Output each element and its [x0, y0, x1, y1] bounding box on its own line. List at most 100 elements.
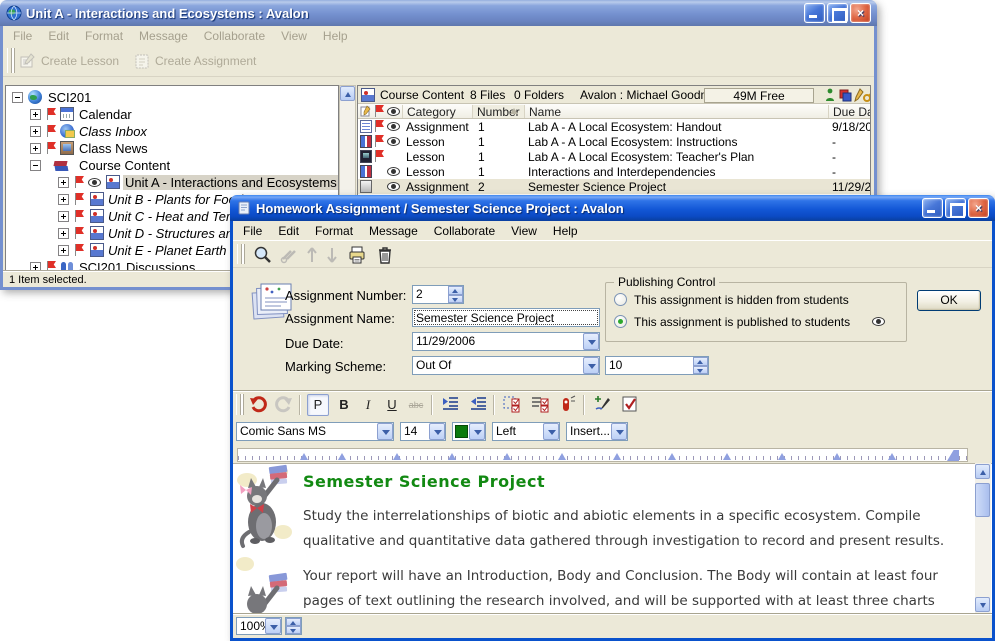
menu-file[interactable]: File — [5, 27, 40, 45]
tree-label[interactable]: SCI201 Discussions — [79, 260, 195, 271]
expand-icon[interactable] — [58, 245, 69, 256]
tree-item-calendar[interactable]: Calendar — [6, 106, 338, 123]
tab-stop-marker[interactable] — [668, 453, 676, 460]
person-icon[interactable] — [824, 88, 836, 102]
tab-stop-marker[interactable] — [448, 453, 456, 460]
tree-label[interactable]: Calendar — [79, 107, 132, 122]
expand-icon[interactable] — [58, 194, 69, 205]
menu-collaborate[interactable]: Collaborate — [426, 222, 503, 240]
marking-value-stepper[interactable]: 10 — [605, 356, 709, 375]
edit-column-icon[interactable] — [360, 105, 372, 117]
spellcheck-button[interactable] — [619, 394, 641, 416]
tab-stop-marker[interactable] — [723, 453, 731, 460]
create-assignment-button[interactable]: Create Assignment — [133, 49, 256, 73]
expand-icon[interactable] — [58, 228, 69, 239]
plain-style-button[interactable]: P — [307, 394, 329, 416]
editor-scrollbar[interactable] — [975, 463, 991, 613]
editor-content[interactable]: Semester Science Project Study the inter… — [233, 463, 992, 613]
checklist-button[interactable] — [529, 394, 551, 416]
published-radio-label[interactable]: This assignment is published to students — [634, 315, 850, 329]
eye-column-icon[interactable] — [387, 107, 400, 116]
tree-label[interactable]: Class News — [79, 141, 148, 156]
ruler[interactable] — [237, 448, 968, 462]
print-icon[interactable] — [347, 245, 367, 265]
minimize-button[interactable] — [804, 3, 825, 23]
assignment-window-titlebar[interactable]: Homework Assignment / Semester Science P… — [230, 195, 995, 221]
stepper-up[interactable] — [448, 286, 463, 295]
indent-increase-button[interactable] — [439, 394, 461, 416]
menu-view[interactable]: View — [503, 222, 545, 240]
ok-button[interactable]: OK — [917, 290, 981, 311]
tab-stop-marker[interactable] — [503, 453, 511, 460]
column-due-date[interactable]: Due Date — [828, 105, 871, 118]
chevron-down-icon[interactable] — [583, 357, 599, 374]
tree-label-selected[interactable]: Unit A - Interactions and Ecosystems — [123, 175, 339, 190]
column-category[interactable]: Category — [402, 105, 472, 118]
delete-icon[interactable] — [375, 245, 395, 265]
menu-edit[interactable]: Edit — [270, 222, 307, 240]
alignment-combobox[interactable]: Left — [492, 422, 560, 441]
italic-button[interactable]: I — [357, 394, 379, 416]
collapse-icon[interactable] — [30, 160, 41, 171]
published-radio[interactable] — [614, 315, 627, 328]
tab-stop-marker[interactable] — [393, 453, 401, 460]
stepper-up[interactable] — [693, 357, 708, 366]
tree-label[interactable]: Class Inbox — [79, 124, 147, 139]
list-row[interactable]: Lesson 1 Interactions and Interdependenc… — [358, 164, 870, 179]
menu-help[interactable]: Help — [315, 27, 356, 45]
column-name[interactable]: Name — [524, 105, 828, 118]
tab-stop-marker[interactable] — [778, 453, 786, 460]
chevron-down-icon[interactable] — [469, 423, 485, 440]
scroll-up-button[interactable] — [340, 86, 355, 101]
expand-icon[interactable] — [30, 262, 41, 271]
menu-view[interactable]: View — [273, 27, 315, 45]
expand-icon[interactable] — [58, 211, 69, 222]
annotate-pen-button[interactable] — [591, 394, 613, 416]
list-row[interactable]: Lesson 1 Lab A - A Local Ecosystem: Inst… — [358, 134, 870, 149]
collapse-icon[interactable] — [12, 92, 23, 103]
font-color-combobox[interactable] — [452, 422, 486, 441]
menu-file[interactable]: File — [235, 222, 270, 240]
create-lesson-button[interactable]: Create Lesson — [19, 49, 119, 73]
assignment-number-stepper[interactable]: 2 — [412, 285, 464, 304]
tree-item-class-news[interactable]: Class News — [6, 140, 338, 157]
font-family-combobox[interactable]: Comic Sans MS — [236, 422, 394, 441]
close-button[interactable]: × — [968, 198, 989, 218]
scroll-down-button[interactable] — [975, 597, 990, 612]
flag-column-icon[interactable] — [374, 105, 385, 118]
insert-combobox[interactable]: Insert... — [566, 422, 628, 441]
menu-message[interactable]: Message — [361, 222, 426, 240]
stepper-down[interactable] — [286, 626, 301, 634]
stepper-down[interactable] — [693, 366, 708, 375]
indent-decrease-button[interactable] — [467, 394, 489, 416]
chevron-down-icon[interactable] — [583, 333, 599, 350]
tab-stop-marker[interactable] — [613, 453, 621, 460]
font-size-combobox[interactable]: 14 — [400, 422, 446, 441]
assignment-name-input[interactable] — [412, 308, 600, 327]
chevron-down-icon[interactable] — [429, 423, 445, 440]
tree-label[interactable]: Unit B - Plants for Food — [108, 192, 243, 207]
search-icon[interactable] — [253, 245, 273, 265]
toolbar-handle[interactable] — [7, 48, 12, 73]
maximize-button[interactable] — [945, 198, 966, 218]
menu-collaborate[interactable]: Collaborate — [196, 27, 273, 45]
chevron-down-icon[interactable] — [543, 423, 559, 440]
select-elements-button[interactable] — [501, 394, 523, 416]
tab-stop-marker[interactable] — [338, 453, 346, 460]
expand-icon[interactable] — [30, 143, 41, 154]
undo-button[interactable] — [247, 394, 269, 416]
menu-format[interactable]: Format — [77, 27, 131, 45]
key-pencil-icon[interactable] — [863, 88, 871, 102]
tree-item-sci201[interactable]: SCI201 — [6, 89, 338, 106]
list-row[interactable]: Lesson 1 Lab A - A Local Ecosystem: Teac… — [358, 149, 870, 164]
tree-label[interactable]: Unit C - Heat and Temp — [108, 209, 244, 224]
hidden-radio[interactable] — [614, 293, 627, 306]
list-row-selected[interactable]: Assignment 2 Semester Science Project 11… — [358, 179, 870, 194]
maximize-button[interactable] — [827, 3, 848, 23]
menu-message[interactable]: Message — [131, 27, 196, 45]
scrollbar-thumb[interactable] — [975, 483, 990, 517]
minimize-button[interactable] — [922, 198, 943, 218]
underline-button[interactable]: U — [381, 394, 403, 416]
tree-label[interactable]: SCI201 — [48, 90, 91, 105]
tree-item-unit-a[interactable]: Unit A - Interactions and Ecosystems — [6, 174, 338, 191]
